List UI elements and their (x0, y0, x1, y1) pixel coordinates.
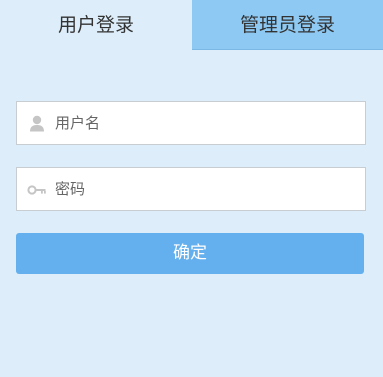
login-tabs: 用户登录 管理员登录 (0, 0, 383, 50)
key-icon (27, 180, 47, 200)
username-input[interactable] (55, 102, 355, 144)
password-input[interactable] (55, 168, 355, 210)
password-field (16, 167, 366, 211)
tab-user-login[interactable]: 用户登录 (0, 0, 192, 50)
tab-admin-login[interactable]: 管理员登录 (192, 0, 383, 50)
username-field (16, 101, 366, 145)
user-icon (27, 114, 47, 134)
login-panel: 用户登录 管理员登录 确定 (0, 0, 383, 377)
confirm-button[interactable]: 确定 (16, 233, 364, 274)
